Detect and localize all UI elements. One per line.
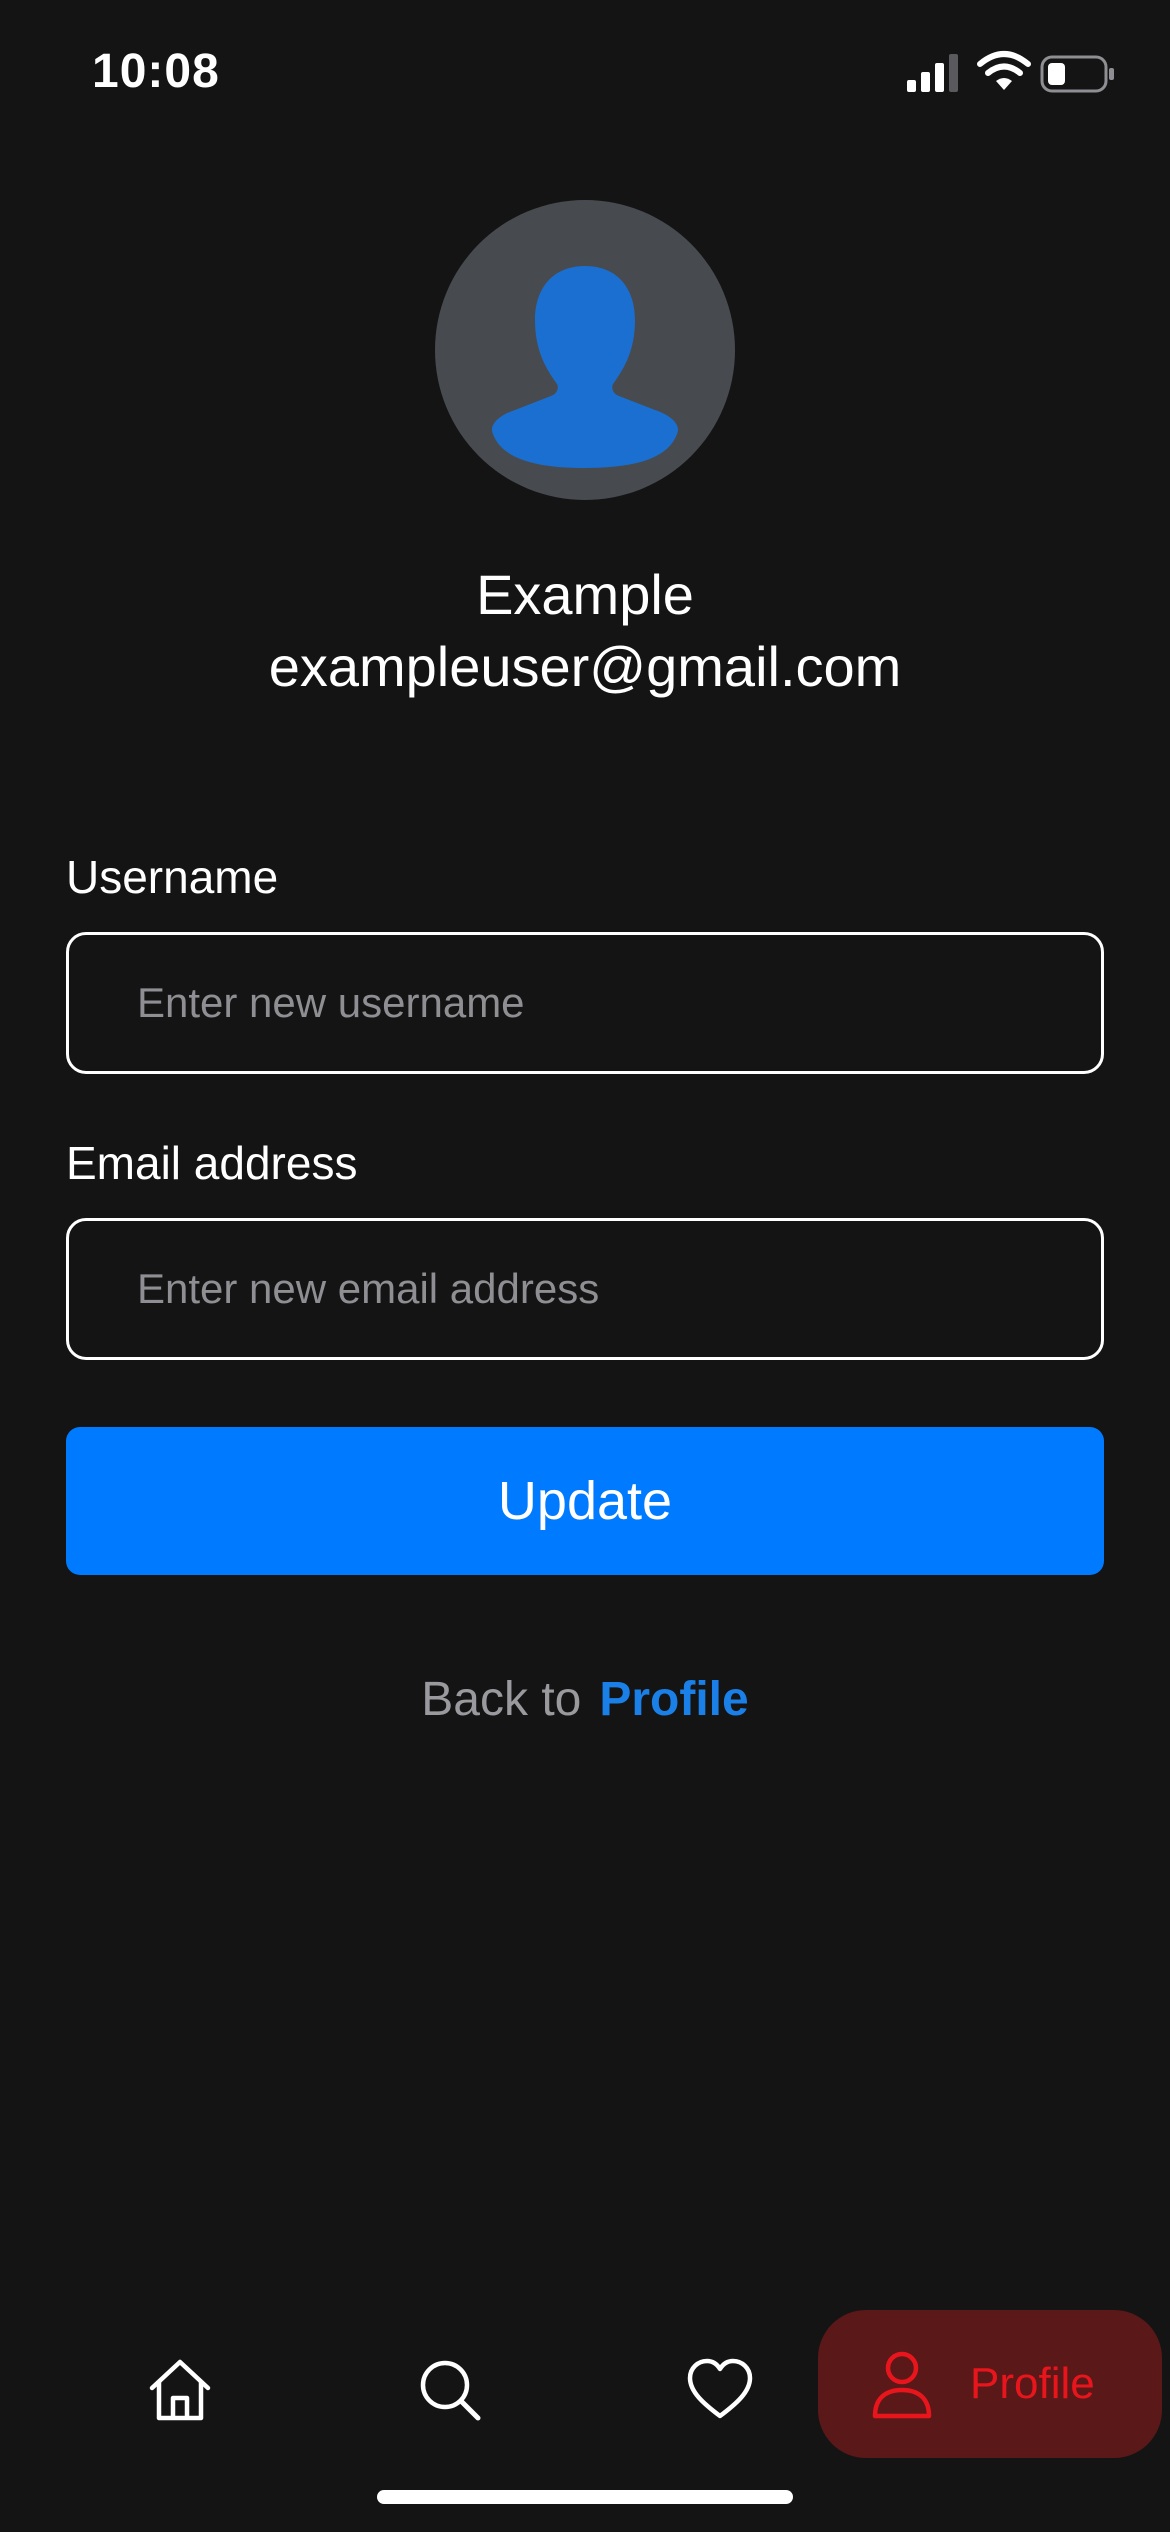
user-name: Example [476, 563, 694, 626]
tab-bar: Profile [0, 2300, 1170, 2470]
cellular-signal-icon [907, 54, 958, 92]
home-icon [149, 2359, 211, 2421]
search-icon [420, 2360, 481, 2421]
tab-profile-label: Profile [970, 2359, 1095, 2408]
username-label: Username [66, 851, 279, 903]
email-label: Email address [66, 1137, 358, 1189]
update-button[interactable]: Update [66, 1427, 1104, 1575]
username-input[interactable] [66, 932, 1104, 1074]
profile-link[interactable]: Profile [599, 1673, 748, 1726]
tab-profile[interactable]: Profile [818, 2310, 1162, 2458]
tab-favorites[interactable] [660, 2340, 780, 2440]
person-icon [872, 2351, 932, 2419]
edit-profile-screen: 10:08 Example exampleuser@gmail.com User… [0, 0, 1170, 2532]
heart-icon [687, 2358, 753, 2419]
status-time: 10:08 [92, 45, 220, 98]
wifi-icon [977, 51, 1031, 90]
tab-home[interactable] [120, 2340, 240, 2440]
status-bar: 10:08 [0, 0, 1170, 150]
back-text: Back to [421, 1673, 582, 1726]
tab-search[interactable] [390, 2340, 510, 2440]
back-to-profile-row: Back to Profile [0, 1672, 1170, 1727]
avatar[interactable] [435, 200, 735, 500]
user-email: exampleuser@gmail.com [268, 635, 902, 698]
person-silhouette-icon [491, 266, 679, 468]
email-input[interactable] [66, 1218, 1104, 1360]
battery-icon [1040, 55, 1114, 93]
home-indicator[interactable] [377, 2490, 793, 2504]
